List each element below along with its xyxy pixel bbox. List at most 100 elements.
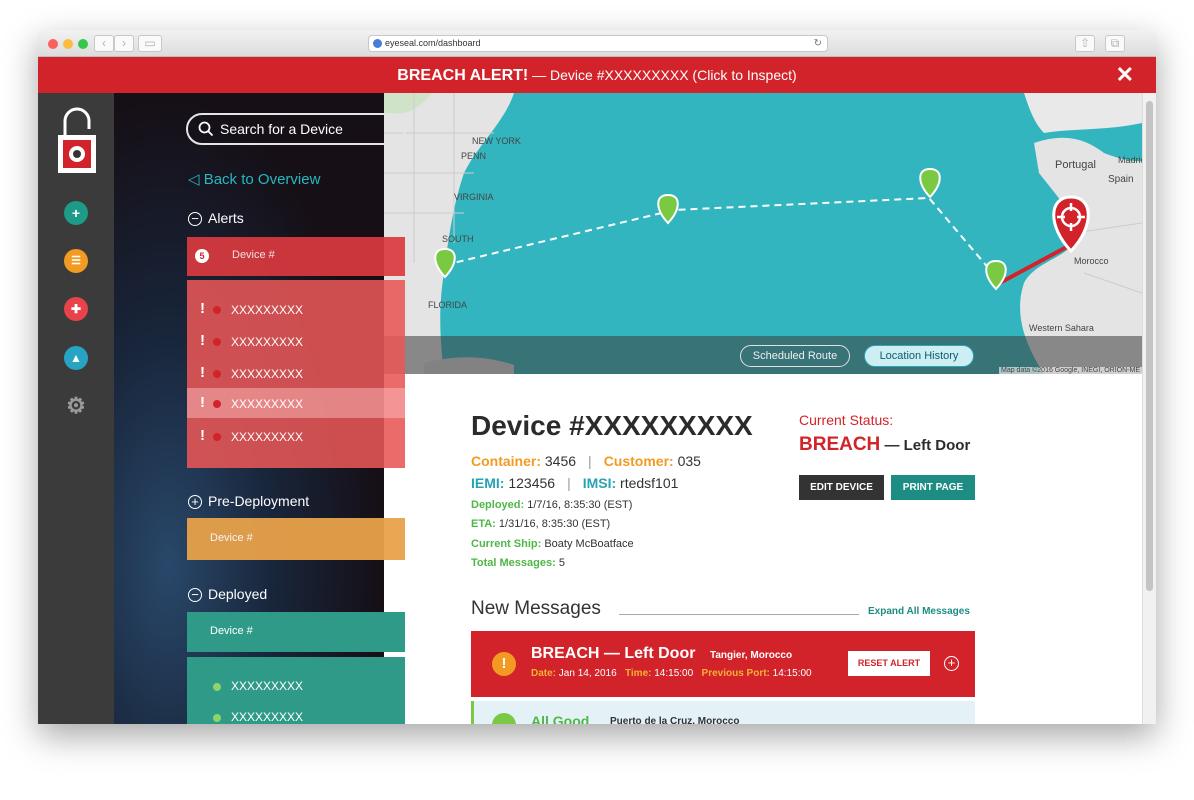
current-status-heading: Current Status: (799, 412, 894, 428)
share-icon[interactable]: ⇧ (1075, 35, 1095, 52)
all-good-message-card[interactable]: All Good Puerto de la Cruz, Morocco (471, 701, 975, 724)
alerts-heading: Alerts (208, 210, 244, 226)
banner-message: — Device #XXXXXXXXX (Click to Inspect) (532, 67, 797, 83)
icon-rail: + ☰ ✚ ▲ ⚙ (38, 93, 114, 724)
close-icon[interactable]: ✕ (1116, 57, 1134, 93)
alert-device-id: XXXXXXXXX (231, 397, 304, 411)
alert-list-item[interactable]: ! XXXXXXXXX (187, 326, 405, 356)
reload-icon[interactable]: ↻ (814, 36, 822, 51)
url-text: eyeseal.com/dashboard (385, 38, 481, 48)
alert-list-item[interactable]: ! XXXXXXXXX (187, 421, 405, 451)
chevron-left-icon: ◁ (188, 171, 204, 188)
map-label: Morocco (1074, 256, 1109, 266)
deployed-list: XXXXXXXXX XXXXXXXXX (187, 657, 405, 724)
map-controls-bar: Scheduled Route Location History Map dat… (384, 336, 1142, 374)
eta-label: ETA: (471, 518, 496, 530)
customer-label: Customer: (603, 453, 674, 469)
reset-alert-button[interactable]: RESET ALERT (848, 651, 930, 676)
tabs-icon[interactable]: ⧉ (1105, 35, 1125, 52)
map-label: Western Sahara (1029, 323, 1094, 333)
imsi-label: IMSI: (582, 475, 617, 491)
back-nav-icon[interactable]: ‹ (94, 35, 114, 52)
message-location: Puerto de la Cruz, Morocco (610, 716, 740, 724)
map-label: VIRGINIA (454, 192, 494, 202)
browser-window: ‹ › ▭ eyeseal.com/dashboard ↻ ⇧ ⧉ BREACH… (38, 30, 1156, 724)
pre-deployment-column-header: Device # (187, 518, 405, 560)
search-placeholder: Search for a Device (220, 121, 343, 137)
deployed-column-header: Device # (187, 612, 405, 652)
message-location: Tangier, Morocco (710, 650, 793, 661)
messages-count-row: Total Messages: 5 (471, 557, 565, 569)
exclamation-icon: ! (200, 332, 205, 349)
location-history-button[interactable]: Location History (864, 345, 974, 367)
browser-toolbar: ‹ › ▭ eyeseal.com/dashboard ↻ ⇧ ⧉ (38, 30, 1156, 57)
minimize-window-button[interactable] (63, 39, 73, 49)
status-dot (213, 683, 221, 691)
globe-icon (373, 39, 382, 48)
warning-icon: ! (492, 652, 516, 676)
breach-alert-banner[interactable]: BREACH ALERT! — Device #XXXXXXXXX (Click… (38, 57, 1156, 93)
port-label: Previous Port: (701, 668, 770, 679)
new-messages-heading: New Messages (471, 598, 601, 619)
status-dot (213, 370, 221, 378)
status-detail: — Left Door (884, 437, 971, 454)
lock-logo-icon[interactable] (56, 107, 98, 175)
exclamation-icon: ! (200, 427, 205, 444)
plus-icon[interactable]: + (64, 201, 88, 225)
scheduled-route-button[interactable]: Scheduled Route (740, 345, 850, 367)
list-icon[interactable]: ☰ (64, 249, 88, 273)
alerts-section-toggle[interactable]: − Alerts (188, 210, 244, 226)
customer-value: 035 (677, 453, 701, 469)
alert-device-id: XXXXXXXXX (231, 303, 304, 317)
alert-device-id: XXXXXXXXX (231, 335, 304, 349)
zoom-window-button[interactable] (78, 39, 88, 49)
message-title: BREACH — Left Door (531, 645, 696, 662)
expand-plus-icon[interactable]: + (944, 656, 959, 671)
deployed-section-toggle[interactable]: − Deployed (188, 586, 267, 602)
deployed-label: Deployed: (471, 499, 525, 511)
back-to-overview-link[interactable]: ◁ Back to Overview (188, 170, 320, 188)
close-window-button[interactable] (48, 39, 58, 49)
iemi-value: 123456 (508, 475, 556, 491)
status-breach: BREACH (799, 434, 881, 455)
alerts-list: ! XXXXXXXXX ! XXXXXXXXX ! XXXXXXXXX ! XX… (187, 280, 405, 468)
cone-icon[interactable]: ▲ (64, 346, 88, 370)
search-icon (198, 121, 214, 137)
forward-nav-icon[interactable]: › (114, 35, 134, 52)
page-scrollbar[interactable] (1142, 93, 1156, 724)
alert-device-id: XXXXXXXXX (231, 430, 304, 444)
print-page-button[interactable]: PRINT PAGE (891, 475, 975, 500)
date-label: Date: (531, 668, 557, 679)
map-label: Madrid (1118, 155, 1142, 165)
deployed-heading: Deployed (208, 586, 268, 602)
status-dot (213, 338, 221, 346)
separator: | (588, 453, 592, 469)
map-label: FLORIDA (428, 300, 468, 310)
search-input[interactable]: Search for a Device (186, 113, 406, 145)
pre-deployment-section-toggle[interactable]: + Pre-Deployment (188, 493, 309, 509)
address-bar[interactable]: eyeseal.com/dashboard ↻ (368, 35, 828, 52)
alert-list-item-selected[interactable]: ! XXXXXXXXX (187, 388, 405, 418)
map-copyright: Map data ©2016 Google, INEGI, ORION-ME (999, 367, 1142, 374)
alert-list-item[interactable]: ! XXXXXXXXX (187, 358, 405, 388)
device-column-label: Device # (232, 249, 275, 261)
map-label: Portugal (1055, 159, 1096, 171)
container-label: Container: (471, 453, 541, 469)
minus-circle-icon: − (188, 588, 202, 602)
alert-list-item[interactable]: ! XXXXXXXXX (187, 294, 405, 324)
puzzle-icon[interactable]: ✚ (64, 297, 88, 321)
route-map[interactable]: Portugal Madrid Spain Morocco Western Sa… (384, 93, 1142, 374)
gear-icon[interactable]: ⚙ (64, 394, 88, 418)
edit-device-button[interactable]: EDIT DEVICE (799, 475, 884, 500)
deployed-value: 1/7/16, 8:35:30 (EST) (527, 499, 633, 511)
back-label: Back to Overview (203, 171, 321, 188)
sidebar-toggle-icon[interactable]: ▭ (138, 35, 162, 52)
alert-count-badge: 5 (195, 249, 209, 263)
scrollbar-thumb[interactable] (1146, 101, 1153, 591)
current-status-value: BREACH — Left Door (799, 434, 970, 456)
expand-all-messages-link[interactable]: Expand All Messages (868, 606, 970, 617)
imsi-value: rtedsf101 (620, 475, 679, 491)
time-value: 14:15:00 (654, 668, 694, 679)
breach-message-card[interactable]: ! BREACH — Left Door Tangier, Morocco Da… (471, 631, 975, 697)
time-label: Time: (624, 668, 652, 679)
